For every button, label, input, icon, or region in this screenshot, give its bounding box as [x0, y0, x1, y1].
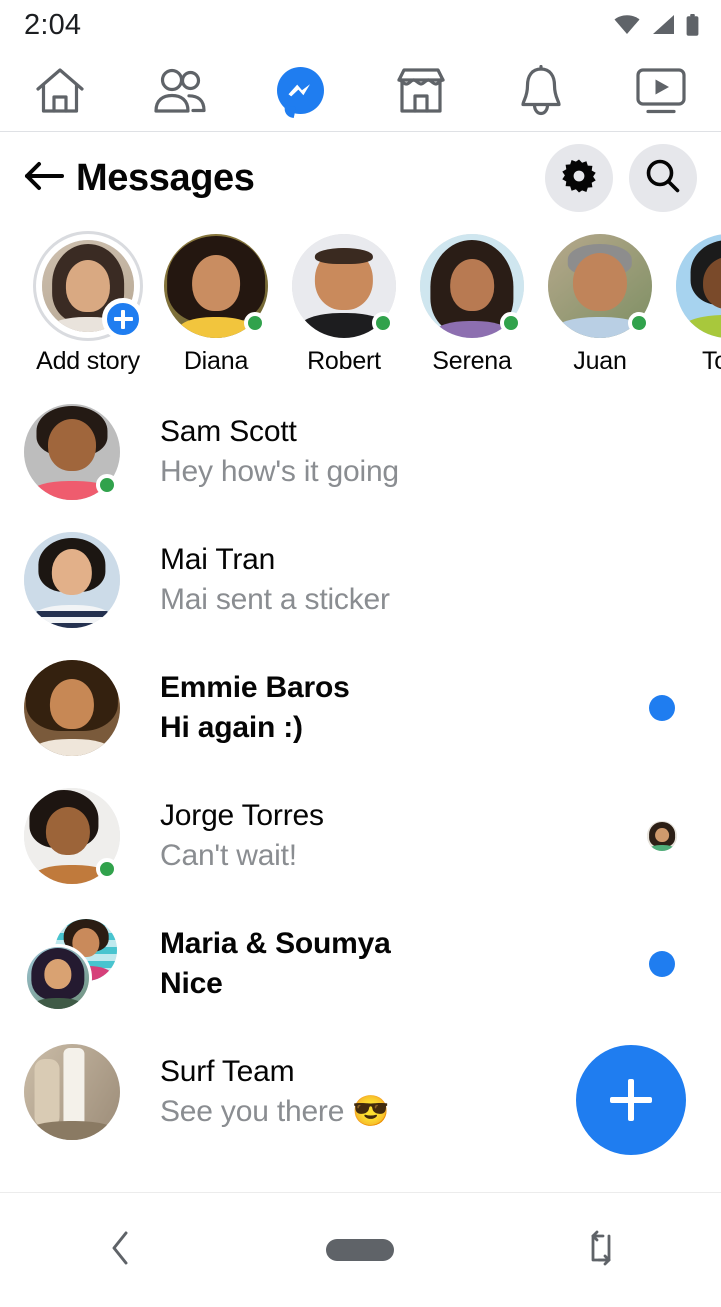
tab-watch[interactable] — [601, 50, 721, 131]
tab-messenger[interactable] — [240, 50, 360, 131]
story-label: Tony — [701, 347, 721, 375]
tab-marketplace[interactable] — [361, 50, 481, 131]
story-tony[interactable]: Tony — [664, 234, 721, 378]
header-actions — [545, 144, 697, 212]
home-pill-icon — [326, 1239, 395, 1261]
conversation-snippet: Hi again :) — [160, 710, 303, 744]
conversation-status — [627, 695, 697, 721]
page-title: Messages — [76, 156, 255, 199]
status-bar-icons — [614, 14, 699, 36]
conversation-name: Mai Tran — [160, 543, 276, 577]
story-label: Serena — [432, 347, 512, 375]
avatar — [24, 944, 92, 1012]
marketplace-store-icon — [395, 66, 447, 116]
online-status-dot — [372, 312, 394, 334]
conversation-snippet: Hey how's it going — [160, 454, 399, 488]
stories-row[interactable]: Add story Diana Robert Serena Juan T — [0, 224, 721, 384]
gear-icon — [561, 158, 597, 199]
story-add-story[interactable]: Add story — [24, 234, 152, 378]
avatar — [24, 660, 120, 756]
top-tab-bar — [0, 50, 721, 132]
unread-dot — [649, 951, 675, 977]
android-navigation-bar — [0, 1192, 721, 1307]
online-status-dot — [628, 312, 650, 334]
battery-icon — [686, 14, 699, 36]
wifi-icon — [614, 15, 640, 35]
cellular-signal-icon — [651, 15, 675, 35]
story-serena[interactable]: Serena — [408, 234, 536, 378]
online-status-dot — [500, 312, 522, 334]
android-rotate-button[interactable] — [481, 1228, 721, 1273]
status-bar: 2:04 — [0, 0, 721, 50]
add-story-plus-icon[interactable] — [102, 298, 144, 340]
conversation-snippet: See you there 😎 — [160, 1094, 390, 1128]
conversation-list: Sam Scott Hey how's it going Mai Tran Ma… — [0, 384, 721, 1156]
conversation-name: Jorge Torres — [160, 799, 324, 833]
status-bar-clock: 2:04 — [24, 8, 82, 41]
android-home-button[interactable] — [240, 1239, 480, 1261]
tab-friends[interactable] — [120, 50, 240, 131]
conversation-status — [627, 821, 697, 851]
messenger-screen: 2:04 Messages Add story Diana Robert Ser… — [0, 0, 721, 1307]
conversation-row-emmie-baros[interactable]: Emmie Baros Hi again :) — [0, 644, 721, 772]
story-diana[interactable]: Diana — [152, 234, 280, 378]
story-label: Diana — [183, 347, 249, 375]
arrow-left-icon — [23, 159, 65, 198]
conversation-name: Emmie Baros — [160, 671, 350, 705]
online-status-dot — [96, 858, 118, 880]
tab-home[interactable] — [0, 50, 120, 131]
story-juan[interactable]: Juan — [536, 234, 664, 378]
online-status-dot — [244, 312, 266, 334]
story-robert[interactable]: Robert — [280, 234, 408, 378]
avatar — [24, 1044, 120, 1140]
story-label: Juan — [573, 347, 627, 375]
home-icon — [34, 66, 86, 116]
friends-icon — [153, 67, 207, 115]
conversation-snippet: Can't wait! — [160, 838, 297, 872]
conversation-row-maria-and-soumya[interactable]: Maria & Soumya Nice — [0, 900, 721, 1028]
search-icon — [644, 157, 682, 200]
tab-notifications[interactable] — [481, 50, 601, 131]
conversation-name: Maria & Soumya — [160, 927, 391, 961]
page-header: Messages — [0, 132, 721, 224]
conversation-name: Sam Scott — [160, 415, 297, 449]
android-back-button[interactable] — [0, 1230, 240, 1271]
conversation-snippet: Nice — [160, 966, 223, 1000]
messenger-icon — [276, 67, 324, 114]
conversation-row-sam-scott[interactable]: Sam Scott Hey how's it going — [0, 388, 721, 516]
avatar — [24, 532, 120, 628]
unread-dot — [649, 695, 675, 721]
settings-button[interactable] — [545, 144, 613, 212]
conversation-row-mai-tran[interactable]: Mai Tran Mai sent a sticker — [0, 516, 721, 644]
chevron-left-icon — [109, 1230, 131, 1271]
bell-icon — [518, 64, 564, 117]
search-button[interactable] — [629, 144, 697, 212]
group-avatar — [24, 916, 120, 1012]
seen-receipt-avatar — [647, 821, 677, 851]
conversation-name: Surf Team — [160, 1055, 295, 1089]
watch-play-icon — [634, 66, 688, 116]
back-button[interactable] — [18, 152, 70, 204]
online-status-dot — [96, 474, 118, 496]
rotate-screen-icon — [584, 1228, 618, 1273]
conversation-snippet: Mai sent a sticker — [160, 582, 390, 616]
story-label: Add story — [36, 347, 140, 375]
story-label: Robert — [307, 347, 381, 375]
conversation-row-jorge-torres[interactable]: Jorge Torres Can't wait! — [0, 772, 721, 900]
conversation-status — [627, 951, 697, 977]
avatar — [676, 234, 721, 338]
new-message-button[interactable] — [576, 1045, 686, 1155]
